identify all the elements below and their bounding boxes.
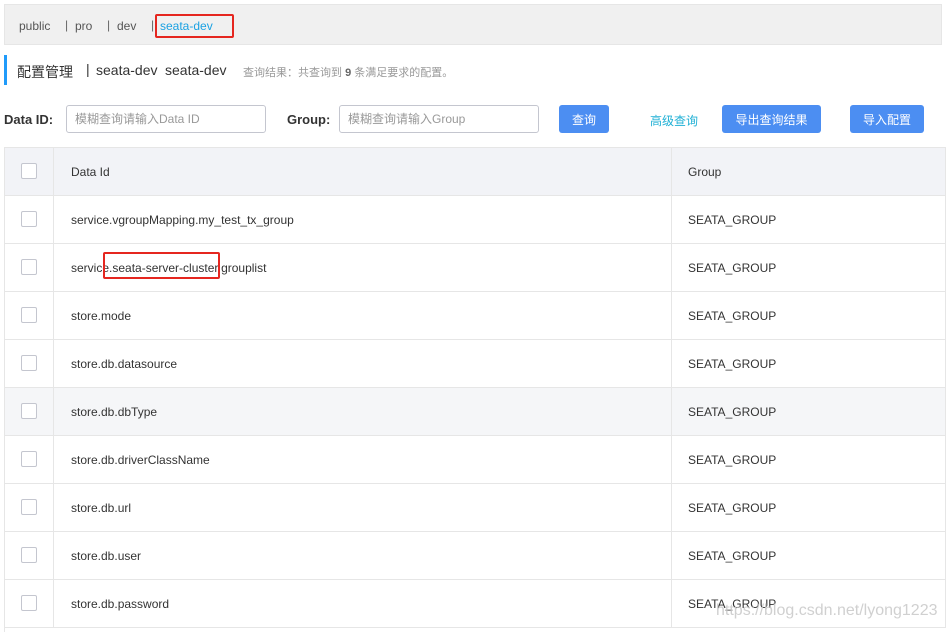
column-divider bbox=[671, 532, 672, 579]
group-cell: SEATA_GROUP bbox=[688, 357, 777, 371]
namespace-separator: | bbox=[151, 18, 155, 32]
table-row[interactable]: service.vgroupMapping.my_test_tx_group S… bbox=[5, 196, 946, 244]
column-divider bbox=[671, 340, 672, 387]
header-checkbox-cell bbox=[5, 148, 54, 195]
group-search-input[interactable] bbox=[339, 105, 539, 133]
row-checkbox-cell bbox=[5, 292, 54, 339]
table-row[interactable]: store.db.dbType SEATA_GROUP bbox=[5, 388, 946, 436]
table-row[interactable]: store.db.driverClassName SEATA_GROUP bbox=[5, 436, 946, 484]
column-header-data-id: Data Id bbox=[71, 165, 110, 179]
query-result-hint: 查询结果：共查询到 9 条满足要求的配置。 bbox=[243, 64, 453, 80]
column-divider bbox=[671, 148, 672, 195]
column-divider bbox=[671, 484, 672, 531]
row-checkbox[interactable] bbox=[21, 595, 37, 611]
column-header-group: Group bbox=[688, 165, 722, 179]
dataid-label: Data ID: bbox=[4, 112, 54, 127]
namespace-separator: | bbox=[107, 18, 111, 32]
table-row[interactable]: store.db.user SEATA_GROUP bbox=[5, 532, 946, 580]
row-checkbox[interactable] bbox=[21, 499, 37, 515]
row-checkbox[interactable] bbox=[21, 451, 37, 467]
namespace-name: seata-dev bbox=[96, 62, 158, 78]
import-config-button[interactable]: 导入配置 bbox=[850, 105, 924, 133]
query-button[interactable]: 查询 bbox=[559, 105, 609, 133]
group-cell: SEATA_GROUP bbox=[688, 453, 777, 467]
config-table: Data Id Group service.vgroupMapping.my_t… bbox=[4, 147, 946, 632]
row-checkbox-cell bbox=[5, 340, 54, 387]
column-divider bbox=[671, 388, 672, 435]
row-checkbox-cell bbox=[5, 532, 54, 579]
column-divider bbox=[671, 436, 672, 483]
export-results-button[interactable]: 导出查询结果 bbox=[722, 105, 821, 133]
highlight-box bbox=[103, 252, 220, 279]
namespace-bar: public | pro | dev | seata-dev bbox=[4, 4, 942, 45]
data-id-cell: store.db.password bbox=[71, 597, 170, 611]
group-cell: SEATA_GROUP bbox=[688, 549, 777, 563]
namespace-id: seata-dev bbox=[165, 62, 227, 78]
namespace-separator: | bbox=[65, 18, 69, 32]
data-id-part: .grouplist bbox=[217, 261, 267, 275]
group-cell: SEATA_GROUP bbox=[688, 405, 777, 419]
row-checkbox-cell bbox=[5, 388, 54, 435]
column-divider bbox=[671, 196, 672, 243]
row-checkbox[interactable] bbox=[21, 547, 37, 563]
hint-prefix: 查询结果：共查询到 bbox=[243, 67, 342, 79]
row-checkbox[interactable] bbox=[21, 211, 37, 227]
table-row[interactable]: store.mode SEATA_GROUP bbox=[5, 292, 946, 340]
row-checkbox[interactable] bbox=[21, 403, 37, 419]
group-cell: SEATA_GROUP bbox=[688, 309, 777, 323]
row-checkbox-cell bbox=[5, 484, 54, 531]
table-row[interactable]: store.db.url SEATA_GROUP bbox=[5, 484, 946, 532]
group-label: Group: bbox=[287, 112, 331, 127]
namespace-pro[interactable]: pro bbox=[75, 19, 92, 33]
title-separator: | bbox=[86, 61, 90, 77]
advanced-query-link[interactable]: 高级查询 bbox=[650, 112, 698, 129]
data-id-cell: store.db.datasource bbox=[71, 357, 178, 371]
data-id-cell: store.mode bbox=[71, 309, 132, 323]
row-checkbox-cell bbox=[5, 244, 54, 291]
table-row[interactable]: store.db.datasource SEATA_GROUP bbox=[5, 340, 946, 388]
group-cell: SEATA_GROUP bbox=[688, 213, 777, 227]
column-divider bbox=[671, 244, 672, 291]
row-checkbox-cell bbox=[5, 436, 54, 483]
row-checkbox[interactable] bbox=[21, 307, 37, 323]
highlight-box bbox=[155, 14, 234, 38]
dataid-search-input[interactable] bbox=[66, 105, 266, 133]
column-divider bbox=[671, 292, 672, 339]
page-title-bar: 配置管理 | seata-dev seata-dev 查询结果：共查询到 9 条… bbox=[4, 55, 604, 85]
table-header: Data Id Group bbox=[5, 148, 946, 196]
page-title: 配置管理 bbox=[17, 64, 73, 80]
row-checkbox-cell bbox=[5, 196, 54, 243]
watermark: https://blog.csdn.net/lyong1223 bbox=[716, 602, 938, 619]
data-id-cell: store.db.driverClassName bbox=[71, 453, 210, 467]
data-id-part: servic bbox=[71, 261, 103, 275]
group-cell: SEATA_GROUP bbox=[688, 501, 777, 515]
data-id-cell: store.db.user bbox=[71, 549, 142, 563]
hint-suffix: 条满足要求的配置。 bbox=[354, 67, 454, 79]
row-checkbox-cell bbox=[5, 580, 54, 627]
data-id-cell: store.db.url bbox=[71, 501, 132, 515]
table-row[interactable]: service.seata-server-cluster.grouplist S… bbox=[5, 244, 946, 292]
column-divider bbox=[671, 580, 672, 627]
row-checkbox[interactable] bbox=[21, 259, 37, 275]
row-checkbox[interactable] bbox=[21, 355, 37, 371]
namespace-public[interactable]: public bbox=[19, 19, 50, 33]
select-all-checkbox[interactable] bbox=[21, 163, 37, 179]
data-id-cell: service.vgroupMapping.my_test_tx_group bbox=[71, 213, 294, 227]
group-cell: SEATA_GROUP bbox=[688, 261, 777, 275]
hint-count: 9 bbox=[345, 67, 352, 79]
data-id-cell: store.db.dbType bbox=[71, 405, 158, 419]
namespace-dev[interactable]: dev bbox=[117, 19, 136, 33]
search-bar: Data ID: Group: 查询 高级查询 导出查询结果 导入配置 bbox=[0, 104, 946, 134]
